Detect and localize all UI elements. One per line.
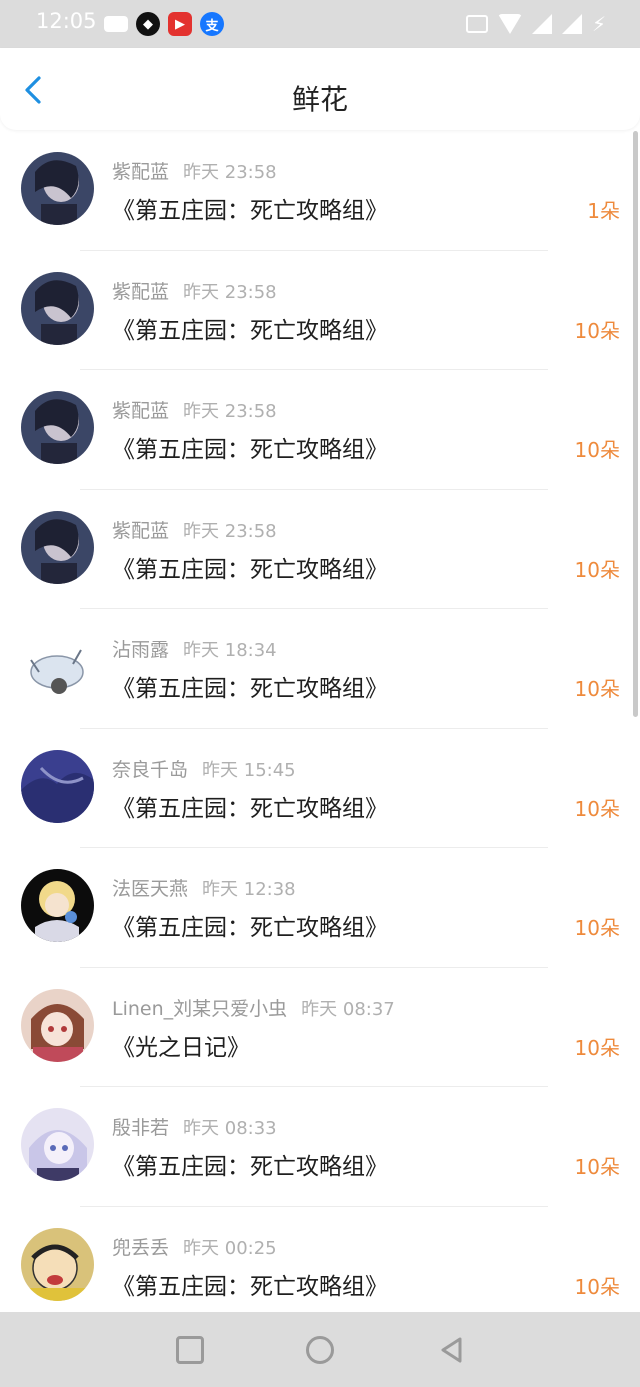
avatar[interactable] xyxy=(21,510,94,584)
flower-count: 10朵 xyxy=(574,1035,620,1060)
avatar[interactable] xyxy=(21,630,94,703)
avatar[interactable] xyxy=(21,1227,94,1301)
timestamp: 昨天 18:34 xyxy=(183,640,277,661)
list-item[interactable]: 紫配蓝 昨天 23:58 《第五庄园：死亡攻略组》 10朵 xyxy=(0,251,640,371)
list-item[interactable]: 沾雨露 昨天 18:34 《第五庄园：死亡攻略组》 10朵 xyxy=(0,609,640,729)
back-triangle-icon xyxy=(441,1337,462,1363)
navigation-bar xyxy=(0,1312,640,1387)
system-back-button[interactable] xyxy=(438,1336,466,1364)
item-meta: Linen_刘某只爱小虫 昨天 08:37 xyxy=(112,994,395,1021)
list-item[interactable]: 法医天燕 昨天 12:38 《第五庄园：死亡攻略组》 10朵 xyxy=(0,848,640,968)
item-meta: 紫配蓝 昨天 23:58 xyxy=(112,516,277,543)
username: 兜丢丢 xyxy=(112,1236,170,1259)
list-item[interactable]: 紫配蓝 昨天 23:58 《第五庄园：死亡攻略组》 10朵 xyxy=(0,490,640,610)
list-item[interactable]: 奈良千岛 昨天 15:45 《第五庄园：死亡攻略组》 10朵 xyxy=(0,729,640,849)
app-notification-icon: ◆ xyxy=(136,12,160,36)
system-icons: ⚡ xyxy=(465,12,606,36)
book-title: 《第五庄园：死亡攻略组》 xyxy=(112,317,388,344)
flower-count: 10朵 xyxy=(574,1274,620,1299)
gamepad-icon xyxy=(104,16,128,32)
username: 紫配蓝 xyxy=(112,161,170,183)
list-item[interactable]: 紫配蓝 昨天 23:58 《第五庄园：死亡攻略组》 1朵 xyxy=(0,131,640,251)
list-item[interactable]: 紫配蓝 昨天 23:58 《第五庄园：死亡攻略组》 10朵 xyxy=(0,370,640,490)
timestamp: 昨天 23:58 xyxy=(183,281,277,303)
username: 紫配蓝 xyxy=(112,519,170,542)
item-meta: 奈良千岛 昨天 15:45 xyxy=(112,755,296,782)
wifi-icon xyxy=(497,14,522,34)
flower-count: 10朵 xyxy=(574,1155,620,1179)
book-title: 《第五庄园：死亡攻略组》 xyxy=(112,437,388,463)
timestamp: 昨天 23:58 xyxy=(183,401,277,422)
home-button[interactable] xyxy=(306,1336,334,1364)
video-app-icon: ▶ xyxy=(168,12,192,36)
username: 殷非若 xyxy=(112,1117,170,1139)
list-item[interactable]: 殷非若 昨天 08:33 《第五庄园：死亡攻略组》 10朵 xyxy=(0,1087,640,1207)
status-time: 12:05 xyxy=(36,9,97,33)
avatar[interactable] xyxy=(21,271,94,345)
book-title: 《第五庄园：死亡攻略组》 xyxy=(112,556,388,583)
cast-icon xyxy=(465,15,488,33)
book-title: 《第五庄园：死亡攻略组》 xyxy=(112,795,388,822)
page-header: 鲜花 xyxy=(0,48,640,130)
recent-apps-button[interactable] xyxy=(176,1336,204,1364)
username: 紫配蓝 xyxy=(112,280,170,303)
username: Linen_刘某只爱小虫 xyxy=(112,997,288,1020)
timestamp: 昨天 23:58 xyxy=(183,162,277,183)
item-meta: 沾雨露 昨天 18:34 xyxy=(112,635,277,662)
book-title: 《第五庄园：死亡攻略组》 xyxy=(112,915,388,941)
notification-icons: ◆ ▶ 支 xyxy=(104,11,224,37)
flower-count: 10朵 xyxy=(574,796,620,821)
flower-count: 10朵 xyxy=(574,677,620,701)
book-title: 《第五庄园：死亡攻略组》 xyxy=(112,198,388,224)
signal-icon-2 xyxy=(561,14,582,34)
timestamp: 昨天 12:38 xyxy=(202,879,296,900)
alipay-icon: 支 xyxy=(200,12,224,36)
avatar[interactable] xyxy=(21,152,94,225)
item-meta: 紫配蓝 昨天 23:58 xyxy=(112,157,277,184)
username: 沾雨露 xyxy=(112,639,170,661)
avatar[interactable] xyxy=(21,1108,94,1181)
avatar[interactable] xyxy=(21,749,94,823)
item-meta: 兜丢丢 昨天 00:25 xyxy=(112,1233,277,1260)
username: 法医天燕 xyxy=(112,878,189,900)
book-title: 《第五庄园：死亡攻略组》 xyxy=(112,676,388,702)
item-meta: 紫配蓝 昨天 23:58 xyxy=(112,277,277,304)
scrollbar[interactable] xyxy=(633,131,638,717)
avatar[interactable] xyxy=(21,869,94,942)
flower-count: 10朵 xyxy=(574,318,620,343)
book-title: 《第五庄园：死亡攻略组》 xyxy=(112,1154,388,1180)
flower-count: 10朵 xyxy=(574,438,620,462)
list-item[interactable]: Linen_刘某只爱小虫 昨天 08:37 《光之日记》 10朵 xyxy=(0,968,640,1088)
username: 紫配蓝 xyxy=(112,400,170,422)
avatar[interactable] xyxy=(21,391,94,464)
username: 奈良千岛 xyxy=(112,758,189,781)
item-meta: 紫配蓝 昨天 23:58 xyxy=(112,396,277,423)
timestamp: 昨天 00:25 xyxy=(183,1237,277,1259)
avatar[interactable] xyxy=(21,988,94,1062)
item-meta: 殷非若 昨天 08:33 xyxy=(112,1113,277,1140)
book-title: 《第五庄园：死亡攻略组》 xyxy=(112,1273,388,1300)
item-meta: 法医天燕 昨天 12:38 xyxy=(112,874,296,901)
status-bar: 12:05 ◆ ▶ 支 ⚡ xyxy=(0,0,640,48)
flower-count: 10朵 xyxy=(574,916,620,940)
page-title: 鲜花 xyxy=(291,83,348,116)
battery-charging-icon: ⚡ xyxy=(591,12,606,36)
timestamp: 昨天 08:37 xyxy=(301,998,395,1020)
timestamp: 昨天 08:33 xyxy=(183,1118,277,1139)
book-title: 《光之日记》 xyxy=(112,1034,250,1061)
list-item[interactable]: 兜丢丢 昨天 00:25 《第五庄园：死亡攻略组》 10朵 xyxy=(0,1207,640,1313)
timestamp: 昨天 23:58 xyxy=(183,520,277,542)
signal-icon xyxy=(531,14,552,34)
timestamp: 昨天 15:45 xyxy=(202,759,296,781)
flower-list[interactable]: 紫配蓝 昨天 23:58 《第五庄园：死亡攻略组》 1朵 紫配蓝 昨天 23:58 … xyxy=(0,131,640,1312)
flower-count: 10朵 xyxy=(574,557,620,582)
flower-count: 1朵 xyxy=(587,199,620,223)
